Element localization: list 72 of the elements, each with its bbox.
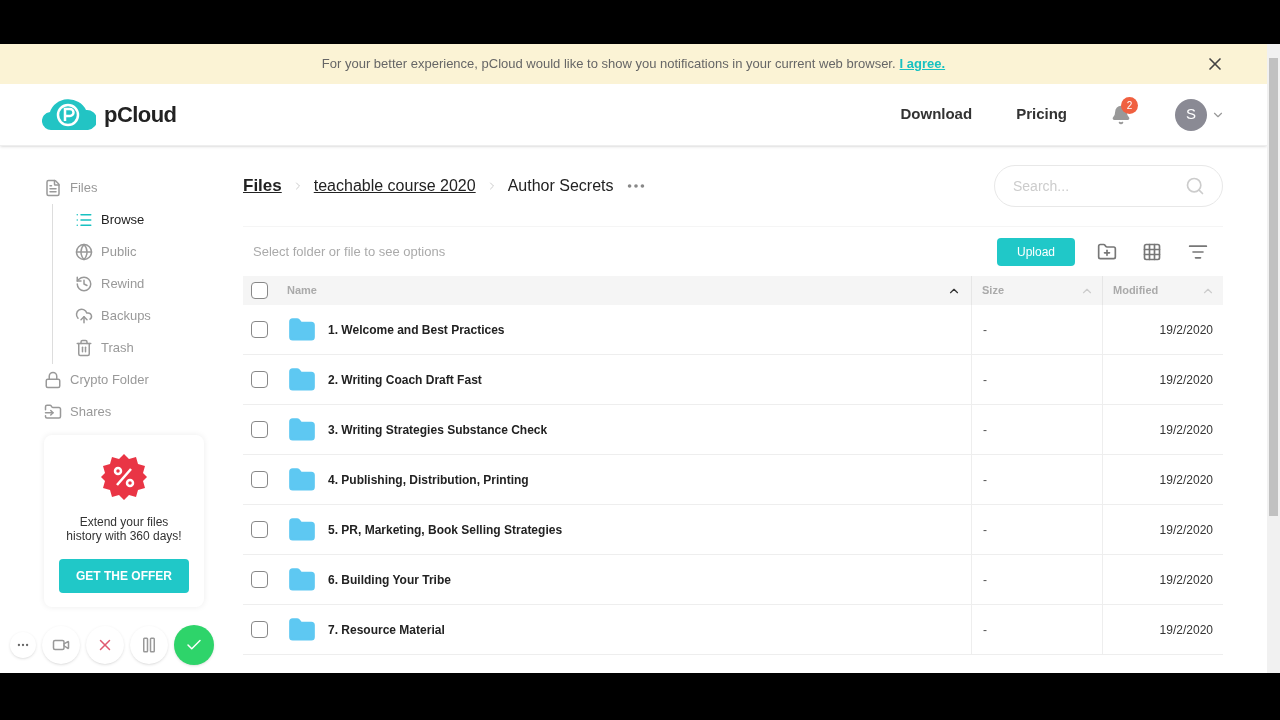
history-icon [75,275,93,293]
folder-icon [288,515,316,544]
row-checkbox[interactable] [251,521,268,538]
new-folder-icon[interactable] [1097,241,1117,262]
logo-icon [42,97,96,132]
file-name[interactable]: 5. PR, Marketing, Book Selling Strategies [328,520,563,539]
row-checkbox[interactable] [251,471,268,488]
folder-icon [288,565,316,594]
notification-badge: 2 [1121,96,1138,114]
file-row[interactable]: 2. Writing Coach Draft Fast - 19/2/2020 [243,355,1223,405]
file-name[interactable]: 6. Building Your Tribe [328,570,451,589]
file-size: - [983,321,987,339]
modified-date: 19/2/2020 [1159,321,1213,339]
file-row[interactable]: 1. Welcome and Best Practices - 19/2/2020 [243,305,1223,355]
file-size: - [983,471,987,489]
shared-folder-icon [44,403,62,421]
modified-date: 19/2/2020 [1159,471,1213,489]
file-row[interactable]: 6. Building Your Tribe - 19/2/2020 [243,555,1223,605]
discount-badge-icon [100,453,148,501]
folder-icon [288,315,316,344]
file-name[interactable]: 7. Resource Material [328,620,445,639]
cancel-button[interactable] [86,626,124,664]
list-icon [75,211,93,229]
nav-link[interactable]: Download [900,103,973,126]
modified-date: 19/2/2020 [1159,571,1213,589]
folder-icon [288,415,316,444]
breadcrumb-link[interactable]: Files [243,173,282,199]
modified-date: 19/2/2020 [1159,521,1213,539]
file-size: - [983,421,987,439]
file-row[interactable]: 5. PR, Marketing, Book Selling Strategies - 19/2/2020 [243,505,1223,555]
row-checkbox[interactable] [251,321,268,338]
row-checkbox[interactable] [251,371,268,388]
modified-date: 19/2/2020 [1159,621,1213,639]
modified-date: 19/2/2020 [1159,421,1213,439]
folder-icon [288,465,316,494]
folder-icon [288,365,316,394]
breadcrumb-link[interactable]: teachable course 2020 [313,174,476,198]
file-name[interactable]: 3. Writing Strategies Substance Check [328,420,548,439]
file-size: - [983,521,987,539]
file-size: - [983,621,987,639]
file-name[interactable]: 2. Writing Coach Draft Fast [328,370,482,389]
breadcrumb-current: Author Secrets [507,176,614,196]
folder-icon [288,615,316,644]
logo-text: pCloud [104,101,177,129]
file-icon [44,179,62,197]
promo-text: Extend your files history with 360 days! [65,515,183,543]
pause-icon [140,636,158,654]
file-name[interactable]: 1. Welcome and Best Practices [328,320,505,339]
file-size: - [983,571,987,589]
selection-hint: Select folder or file to see options [253,242,446,261]
file-row[interactable]: 4. Publishing, Distribution, Printing - 19/2/2020 [243,455,1223,505]
pause-button[interactable] [130,626,168,664]
trash-icon [75,339,93,357]
select-all-checkbox[interactable] [251,282,268,299]
cloud-upload-icon [75,307,93,325]
file-row[interactable]: 7. Resource Material - 19/2/2020 [243,605,1223,655]
file-row[interactable]: 3. Writing Strategies Substance Check - 19/2/2020 [243,405,1223,455]
sidebar-item[interactable]: Browse [101,210,145,230]
row-checkbox[interactable] [251,571,268,588]
confirm-button[interactable] [174,625,214,665]
file-size: - [983,371,987,389]
modified-date: 19/2/2020 [1159,371,1213,389]
banner-message: For your better experience, pCloud would like to show you notifications in your current web browser. [321,55,896,74]
grid-icon[interactable] [1142,241,1162,262]
lock-icon [44,371,62,389]
row-checkbox[interactable] [251,421,268,438]
nav-link[interactable]: Pricing [1016,103,1067,126]
camera-button[interactable] [42,626,80,664]
scrollbar[interactable] [1267,44,1280,673]
file-name[interactable]: 4. Publishing, Distribution, Printing [328,470,529,489]
row-checkbox[interactable] [251,621,268,638]
globe-icon [75,243,93,261]
